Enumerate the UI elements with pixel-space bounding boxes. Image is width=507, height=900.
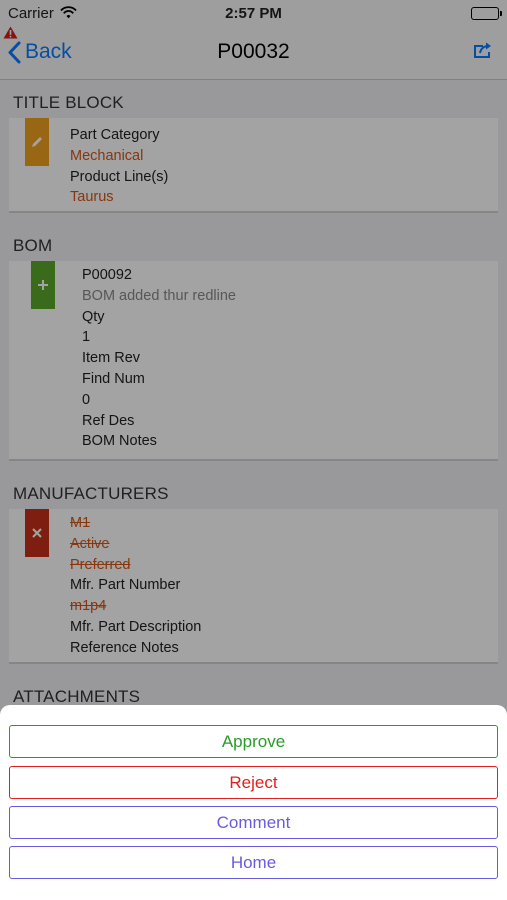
home-button[interactable]: Home [9,846,498,879]
action-sheet: Approve Reject Comment Home [0,705,507,900]
approve-button[interactable]: Approve [9,725,498,758]
comment-button[interactable]: Comment [9,806,498,839]
reject-button[interactable]: Reject [9,766,498,799]
